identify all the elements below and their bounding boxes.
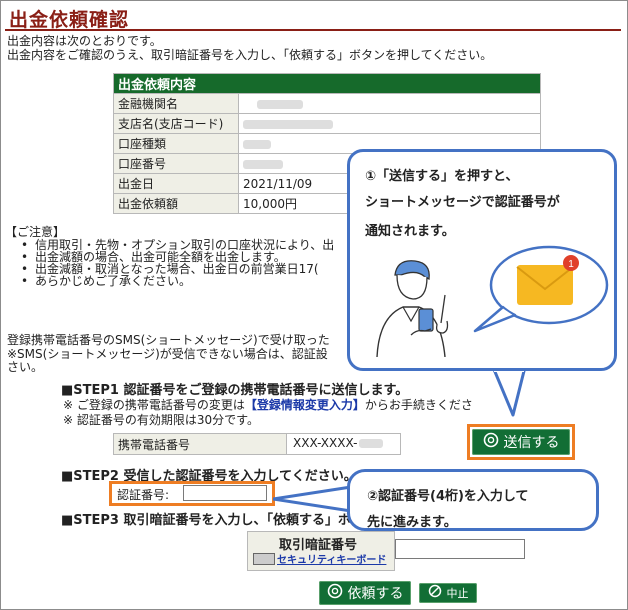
check-circle-icon [327, 583, 343, 603]
masked-value [243, 119, 333, 129]
callout-2-text-1: ②認証番号(4桁)を入力して [367, 489, 529, 504]
withdrawal-confirmation-page: 出金依頼確認 出金内容は次のとおりです。 出金内容をご確認のうえ、取引暗証番号を… [0, 0, 628, 610]
row-label-branch: 支店名(支店コード) [113, 113, 239, 134]
notification-badge-icon: 1 [563, 255, 579, 271]
row-value-branch [238, 113, 541, 134]
callout-2-text-2: 先に進みます。 [367, 515, 457, 530]
cancel-circle-icon [428, 584, 442, 602]
list-item-continuation: あらかじめご了承ください。 [21, 275, 361, 287]
phone-number-label: 携帯電話番号 [114, 434, 287, 454]
send-button[interactable]: 送信する [472, 429, 570, 455]
detail-table-header: 出金依頼内容 [113, 73, 541, 94]
row-label-withdrawal-amount: 出金依頼額 [113, 193, 239, 214]
message-thought-bubble: 1 [473, 245, 609, 333]
row-label-account-number: 口座番号 [113, 153, 239, 174]
pin-input[interactable] [395, 539, 525, 559]
callout-1-text-1: ①「送信する」を押すと、 [365, 169, 519, 184]
row-label-account-type: 口座種類 [113, 133, 239, 154]
step1-note-expiry: ※ 認証番号の有効期限は30分です。 [63, 413, 259, 427]
masked-value [243, 139, 271, 149]
check-circle-icon [483, 432, 499, 452]
request-button[interactable]: 依頼する [319, 581, 411, 605]
caution-list: 信用取引・先物・オプション取引の口座状況により、出 出金減額の場合、出金可能全額… [21, 239, 361, 287]
auth-code-input[interactable] [183, 485, 267, 501]
page-title: 出金依頼確認 [9, 9, 130, 31]
masked-value [359, 439, 384, 448]
registration-text-2: ※SMS(ショートメッセージ)が受信できない場合は、認証設 [7, 347, 328, 361]
intro-text-1: 出金内容は次のとおりです。 [7, 34, 162, 48]
auth-code-label: 認証番号: [117, 488, 170, 502]
phone-number-row: 携帯電話番号 XXX-XXXX- [113, 433, 401, 455]
svg-text:1: 1 [568, 259, 574, 270]
security-keyboard-link[interactable]: セキュリティキーボード [277, 551, 386, 566]
masked-value [243, 159, 283, 169]
callout-1-text-3: 通知されます。 [365, 224, 455, 239]
table-row: 支店名(支店コード) [113, 113, 541, 134]
envelope-icon [516, 265, 574, 305]
row-label-withdrawal-date: 出金日 [113, 173, 239, 194]
table-row: 金融機関名 [113, 93, 541, 114]
title-divider [5, 29, 621, 31]
keyboard-icon [253, 553, 275, 565]
intro-text-2: 出金内容をご確認のうえ、取引暗証番号を入力し、「依頼する」ボタンを押してください… [7, 48, 493, 62]
row-value-bank-name [238, 93, 541, 114]
phone-number-value: XXX-XXXX- [287, 434, 389, 454]
cancel-button[interactable]: 中止 [419, 583, 477, 603]
row-label-bank-name: 金融機関名 [113, 93, 239, 114]
callout-1-text-2: ショートメッセージで認証番号が [365, 195, 560, 210]
change-registration-link[interactable]: 【登録情報変更入力】 [245, 398, 365, 412]
registration-text-3: さい。 [7, 360, 44, 374]
callout-2-tail [273, 485, 353, 513]
masked-value [257, 99, 303, 109]
person-with-phone-icon [376, 260, 449, 357]
callout-1-tail [491, 367, 527, 417]
